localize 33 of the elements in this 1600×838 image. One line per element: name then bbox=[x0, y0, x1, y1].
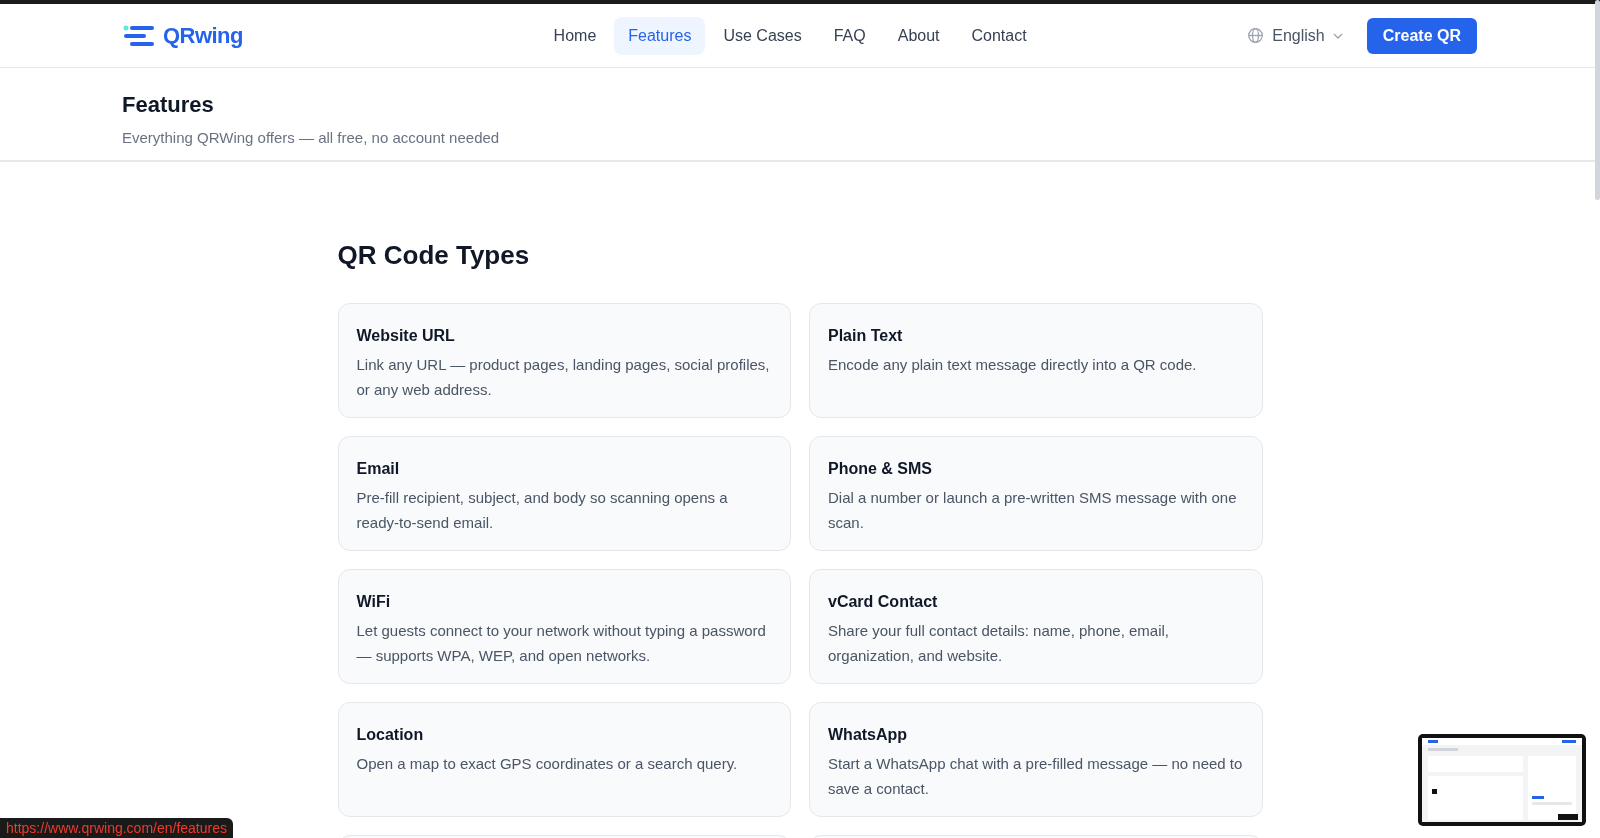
card-title: Website URL bbox=[356, 326, 456, 346]
card-description: Start a WhatsApp chat with a pre-filled message — no need to save a contact. bbox=[828, 754, 1244, 799]
card-description: Link any URL — product pages, landing pages, social profiles, or any web address. bbox=[356, 355, 771, 400]
card-title: WhatsApp bbox=[828, 725, 909, 745]
brand-logo-text[interactable]: QRwing bbox=[163, 19, 243, 52]
card-description: Let guests connect to your network without typing a password — supports WPA, WEP, and open networks. bbox=[356, 621, 767, 666]
card-description: Share your full contact details: name, phone, email, organization, and website. bbox=[828, 621, 1171, 666]
nav-link[interactable]: About bbox=[883, 16, 954, 55]
card-description: Encode any plain text message directly into a QR code. bbox=[828, 355, 1198, 375]
card-title: Plain Text bbox=[828, 326, 904, 346]
scrollbar-thumb[interactable] bbox=[1595, 0, 1600, 200]
card-title: Phone & SMS bbox=[828, 459, 933, 479]
nav-link[interactable]: Use Cases bbox=[709, 16, 816, 55]
card-title: vCard Contact bbox=[828, 592, 939, 612]
nav-link[interactable]: Home bbox=[539, 16, 611, 55]
card-description: Dial a number or launch a pre-written SMS message with one scan. bbox=[828, 488, 1238, 533]
logo-icon bbox=[123, 24, 155, 47]
card-description: Open a map to exact GPS coordinates or a search query. bbox=[356, 754, 739, 774]
page-subtitle: Everything QRWing offers — all free, no account needed bbox=[122, 128, 501, 148]
card-title: WiFi bbox=[356, 592, 392, 612]
section-title: QR Code Types bbox=[337, 239, 531, 272]
card-title: Email bbox=[356, 459, 401, 479]
globe-icon bbox=[1247, 27, 1265, 44]
card-title: Location bbox=[356, 725, 425, 745]
status-url-tooltip: https://www.qrwing.com/en/features bbox=[0, 818, 233, 838]
chevron-down-icon bbox=[1332, 32, 1343, 39]
nav-link[interactable]: Features bbox=[614, 16, 706, 55]
card-description: Pre-fill recipient, subject, and body so scanning opens a ready-to-send email. bbox=[356, 488, 729, 533]
nav-link[interactable]: FAQ bbox=[819, 16, 880, 55]
page-title: Features bbox=[122, 91, 215, 119]
create-qr-button[interactable]: Create QR bbox=[1366, 17, 1477, 54]
nav-link[interactable]: Contact bbox=[957, 16, 1041, 55]
language-selector[interactable]: English bbox=[1247, 23, 1343, 48]
